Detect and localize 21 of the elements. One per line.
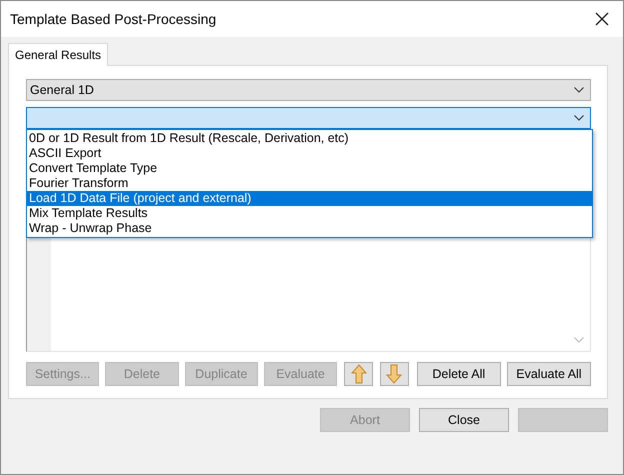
dropdown-option[interactable]: ASCII Export: [27, 146, 592, 161]
dropdown-option[interactable]: 0D or 1D Result from 1D Result (Rescale, Derivation, etc): [27, 131, 592, 146]
dropdown-option[interactable]: Mix Template Results: [27, 206, 592, 221]
move-down-button[interactable]: [380, 362, 409, 386]
chevron-down-icon: [574, 87, 584, 93]
list-button[interactable]: Evaluate All: [506, 362, 592, 386]
window-title: Template Based Post-Processing: [10, 11, 216, 27]
dropdown-option[interactable]: Convert Template Type: [27, 161, 592, 176]
dropdown-option[interactable]: Wrap - Unwrap Phase: [27, 221, 592, 236]
dropdown-option[interactable]: Load 1D Data File (project and external): [27, 191, 592, 206]
move-up-button[interactable]: [344, 362, 373, 386]
covered-button[interactable]: [518, 408, 608, 432]
list-button[interactable]: Delete All: [416, 362, 501, 386]
chevron-down-icon: [574, 115, 584, 121]
category-dropdown[interactable]: General 1D: [26, 79, 591, 101]
template-dropdown[interactable]: [26, 107, 591, 129]
dialog-button[interactable]: Close: [419, 408, 509, 432]
scroll-down-icon[interactable]: [574, 337, 584, 343]
dropdown-option[interactable]: Fourier Transform: [27, 176, 592, 191]
close-icon[interactable]: [595, 12, 609, 26]
tab[interactable]: General Results: [8, 43, 108, 66]
